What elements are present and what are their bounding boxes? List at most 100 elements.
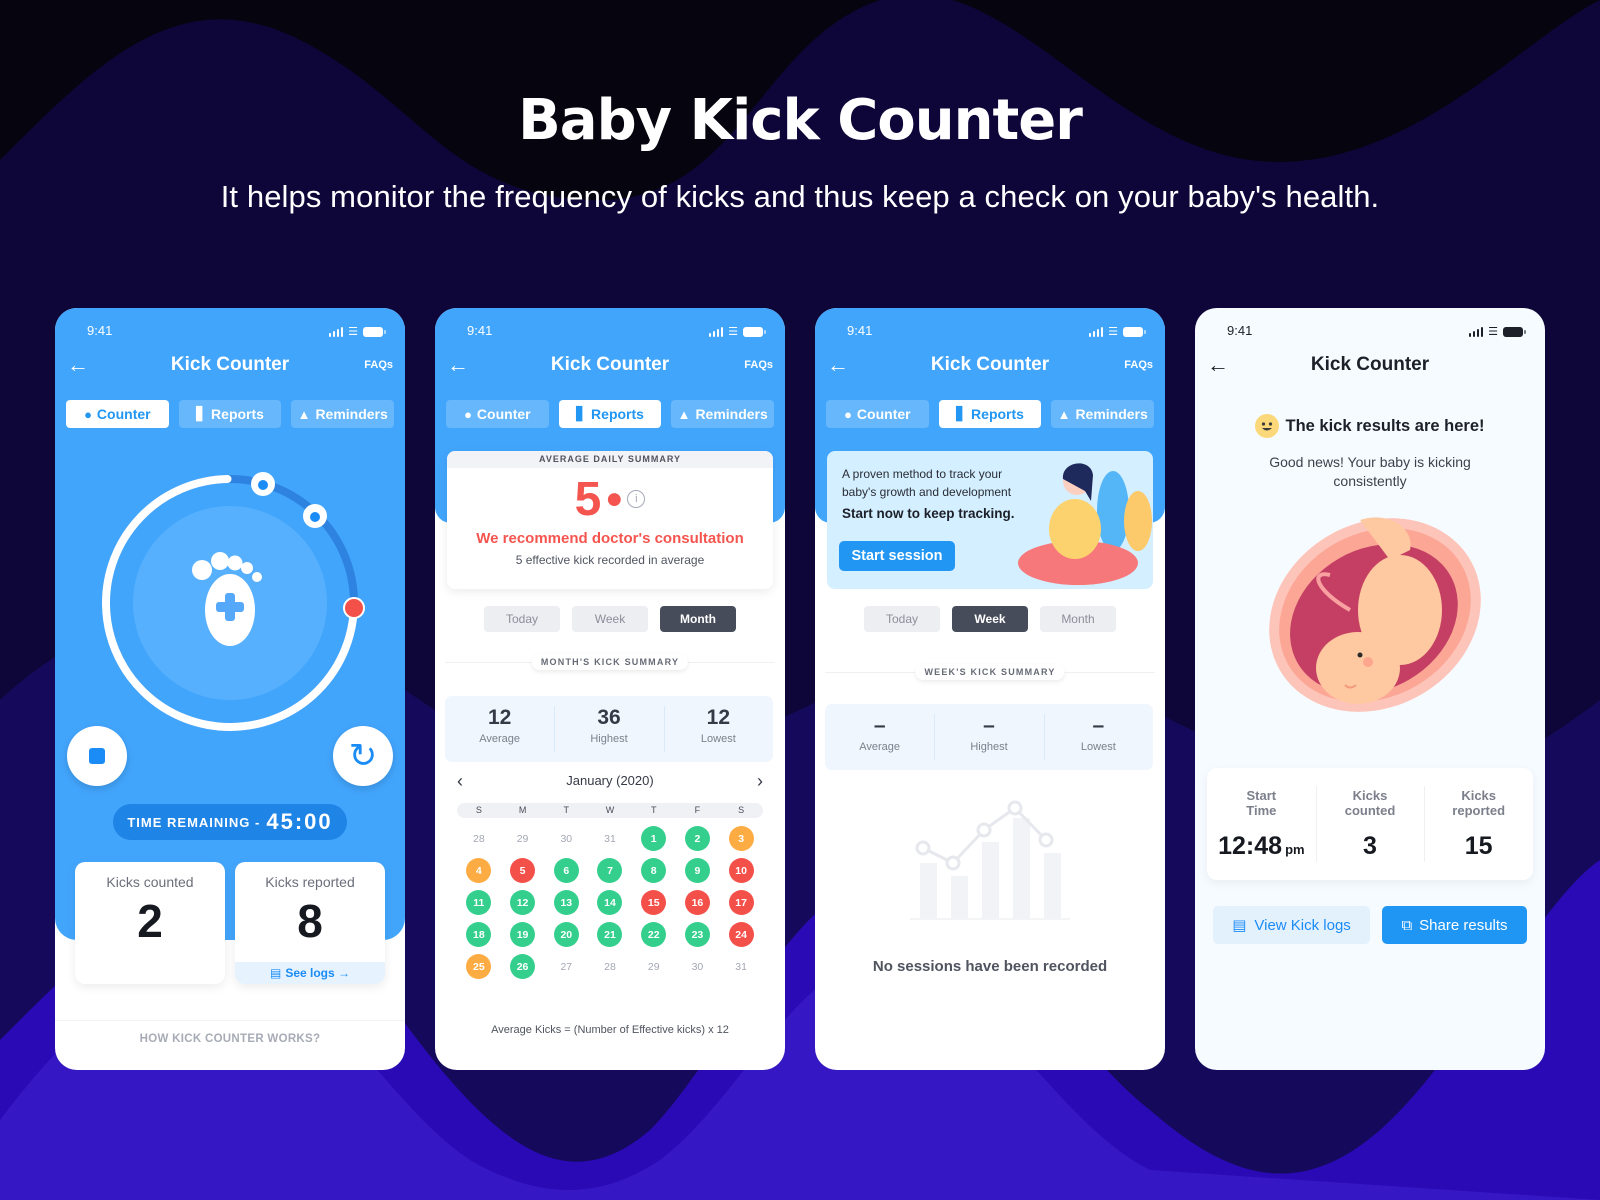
weekday-label: F: [694, 805, 701, 815]
calendar-day-number: 8: [641, 858, 667, 883]
calendar-day[interactable]: 16: [676, 890, 720, 915]
calendar-day[interactable]: 7: [588, 858, 632, 883]
phone-month-report-screen: 9:41 ☰ ← Kick Counter FAQs ● Counter ▋ Rep…: [435, 308, 785, 1070]
kicks-counted-label: Kicks counted: [1344, 788, 1396, 818]
page-title: Kick Counter: [550, 354, 670, 375]
calendar-day-number: 1: [641, 826, 667, 851]
calendar-day[interactable]: 23: [676, 922, 720, 947]
wifi-icon: ☰: [728, 326, 738, 338]
calendar-day[interactable]: 25: [457, 954, 501, 979]
calendar-day[interactable]: 22: [632, 922, 676, 947]
nav-bar: ← Kick Counter FAQs: [815, 352, 1165, 378]
stat-average: – Average: [825, 704, 934, 770]
time-remaining-label: TIME REMAINING -: [127, 814, 261, 830]
calendar-day[interactable]: 3: [719, 826, 763, 851]
see-logs-label: See logs →: [285, 966, 351, 980]
promo-banner: A proven method to track your baby's gro…: [827, 451, 1153, 589]
chevron-right-icon[interactable]: ›: [757, 771, 763, 791]
stop-button[interactable]: [67, 726, 127, 786]
calendar-day-number: 10: [728, 858, 754, 883]
section-label: WEEK'S KICK SUMMARY: [915, 664, 1065, 680]
segment-week[interactable]: Week: [952, 606, 1028, 632]
footprint-icon: ●: [84, 406, 92, 422]
weekday-label: M: [518, 805, 527, 815]
stat-label: Highest: [970, 741, 1008, 753]
calendar-day[interactable]: 4: [457, 858, 501, 883]
calendar-day-number: 29: [516, 832, 529, 845]
tab-reminders[interactable]: ▲ Reminders: [671, 400, 775, 428]
tab-reports[interactable]: ▋ Reports: [938, 400, 1042, 428]
average-kicks-value: 5: [574, 472, 602, 526]
calendar-day[interactable]: 15: [632, 890, 676, 915]
tab-reminders[interactable]: ▲ Reminders: [1051, 400, 1155, 428]
calendar-day-number: 21: [597, 922, 623, 947]
segment-month[interactable]: Month: [1040, 606, 1116, 632]
calendar-day[interactable]: 11: [457, 890, 501, 915]
signal-icon: [708, 326, 724, 337]
tab-reminders[interactable]: ▲ Reminders: [291, 400, 395, 428]
calendar-day[interactable]: 18: [457, 922, 501, 947]
see-logs-link[interactable]: ▤ See logs →: [235, 962, 385, 984]
tab-counter[interactable]: ● Counter: [446, 400, 549, 428]
tab-label: Reports: [211, 406, 264, 422]
tab-label: Counter: [856, 406, 911, 422]
status-time: 9:41: [467, 323, 493, 338]
calendar-day[interactable]: 2: [676, 826, 720, 851]
calendar-day[interactable]: 12: [501, 890, 545, 915]
calendar-day[interactable]: 5: [501, 858, 545, 883]
tab-reports[interactable]: ▋ Reports: [558, 400, 662, 428]
tab-counter[interactable]: ● Counter: [826, 400, 929, 428]
calendar-day: 29: [501, 826, 545, 851]
weekday-header: SMTWTFS: [457, 803, 763, 818]
segment-month[interactable]: Month: [660, 606, 736, 632]
calendar-day[interactable]: 19: [501, 922, 545, 947]
calendar-day[interactable]: 26: [501, 954, 545, 979]
faqs-link[interactable]: FAQs: [364, 352, 393, 378]
calendar-day[interactable]: 20: [544, 922, 588, 947]
stat-label: Lowest: [1080, 741, 1116, 753]
section-divider: WEEK'S KICK SUMMARY: [825, 664, 1155, 680]
calendar-day[interactable]: 21: [588, 922, 632, 947]
calendar-day[interactable]: 8: [632, 858, 676, 883]
calendar-day[interactable]: 13: [544, 890, 588, 915]
calendar-day[interactable]: 9: [676, 858, 720, 883]
segment-today[interactable]: Today: [484, 606, 560, 632]
info-icon[interactable]: i: [627, 490, 646, 508]
tab-bar: ● Counter ▋ Reports ▲ Reminders: [66, 400, 395, 428]
wifi-icon: ☰: [1108, 326, 1118, 338]
calendar-day[interactable]: 6: [544, 858, 588, 883]
share-icon: ⧉: [1401, 916, 1413, 934]
bar-chart-icon: ▋: [576, 406, 587, 421]
start-time-label: Start Time: [1246, 788, 1277, 818]
kicks-reported-value: 8: [297, 895, 323, 947]
how-it-works-link[interactable]: HOW KICK COUNTER WORKS?: [55, 1020, 405, 1045]
calendar-day[interactable]: 24: [719, 922, 763, 947]
share-results-button[interactable]: ⧉ Share results: [1382, 906, 1527, 944]
segment-week[interactable]: Week: [572, 606, 648, 632]
start-session-button[interactable]: Start session: [839, 541, 955, 571]
view-kick-logs-button[interactable]: ▤ View Kick logs: [1213, 906, 1370, 944]
calendar-day[interactable]: 17: [719, 890, 763, 915]
calendar-day-number: 11: [466, 890, 492, 915]
faqs-link[interactable]: FAQs: [744, 352, 773, 378]
tab-reports[interactable]: ▋ Reports: [178, 400, 282, 428]
hero-header: Baby Kick Counter It helps monitor the f…: [0, 0, 1600, 215]
calendar-day-number: 28: [473, 832, 485, 845]
section-label: MONTH'S KICK SUMMARY: [531, 654, 689, 670]
phone-week-report-screen: 9:41 ☰ ← Kick Counter FAQs ● Counter ▋ Rep…: [815, 308, 1165, 1070]
average-daily-summary-card: AVERAGE DAILY SUMMARY 5 ● i We recommend…: [447, 451, 773, 589]
calendar-day[interactable]: 14: [588, 890, 632, 915]
calendar-day[interactable]: 1: [632, 826, 676, 851]
results-message: Good news! Your baby is kicking consiste…: [1195, 453, 1545, 491]
summary-subtext: 5 effective kick recorded in average: [515, 553, 705, 567]
stat-highest: – Highest: [934, 704, 1043, 770]
faqs-link[interactable]: FAQs: [1124, 352, 1153, 378]
calendar-day-number: 24: [728, 922, 754, 947]
tab-counter[interactable]: ● Counter: [66, 400, 169, 428]
calendar-day: 31: [588, 826, 632, 851]
reset-icon: ↻: [348, 737, 378, 775]
weekday-label: T: [650, 805, 657, 815]
calendar-day[interactable]: 10: [719, 858, 763, 883]
reset-button[interactable]: ↻: [333, 726, 393, 786]
segment-today[interactable]: Today: [864, 606, 940, 632]
